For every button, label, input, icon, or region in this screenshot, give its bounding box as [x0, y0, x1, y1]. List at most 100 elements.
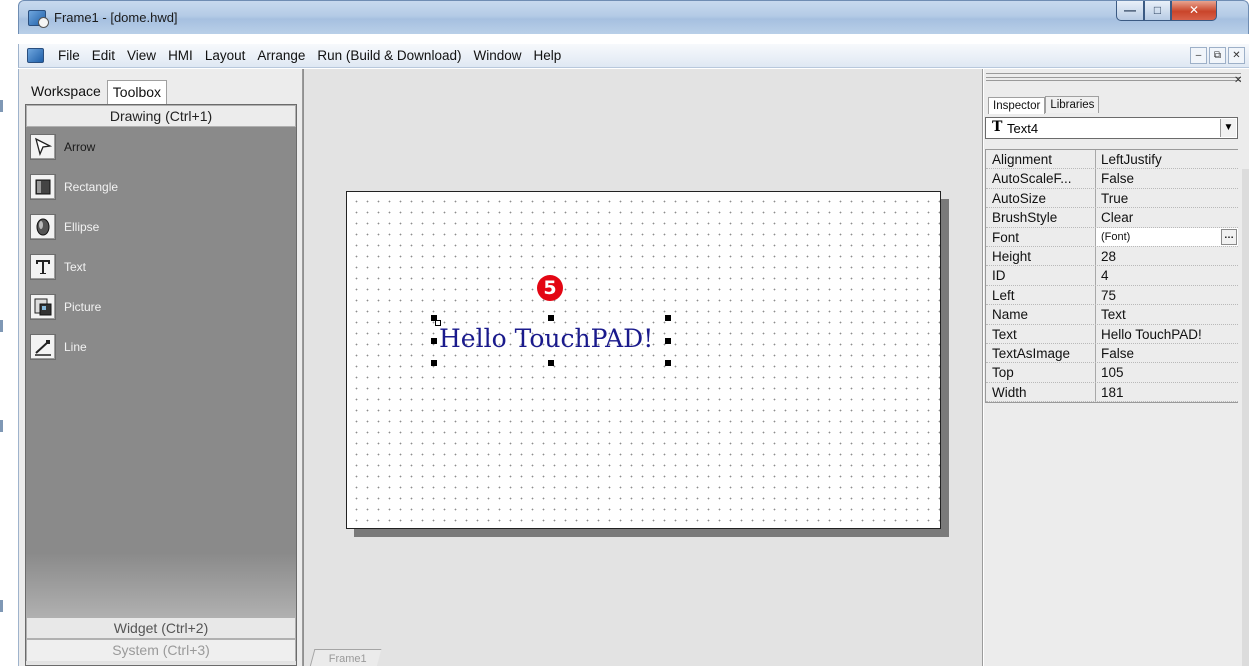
- tool-line[interactable]: Line: [30, 333, 230, 361]
- selection-handle-right[interactable]: [665, 338, 671, 344]
- menu-arrange[interactable]: Arrange: [251, 48, 311, 63]
- menu-view[interactable]: View: [121, 48, 162, 63]
- selection-handle-top-left[interactable]: [431, 315, 437, 321]
- edge-mark: [0, 320, 3, 332]
- rectangle-icon: [30, 174, 56, 200]
- close-icon: ✕: [1188, 3, 1200, 17]
- property-row-id[interactable]: ID 4: [986, 266, 1238, 286]
- property-value[interactable]: Text: [1096, 305, 1238, 323]
- property-value[interactable]: False: [1096, 169, 1238, 187]
- ellipse-icon: [30, 214, 56, 240]
- menu-layout[interactable]: Layout: [199, 48, 252, 63]
- selection-handle-bottom[interactable]: [548, 360, 554, 366]
- ellipsis-button[interactable]: …: [1221, 228, 1237, 245]
- property-name: Width: [986, 382, 1096, 402]
- left-panel-tabs: Workspace Toolbox: [25, 73, 168, 104]
- frame-canvas[interactable]: Hello TouchPAD!: [346, 191, 941, 529]
- canvas-text-object[interactable]: Hello TouchPAD!: [439, 324, 653, 354]
- close-button[interactable]: ✕: [1171, 1, 1217, 21]
- property-name: Alignment: [986, 150, 1096, 169]
- mdi-close-button[interactable]: ✕: [1228, 47, 1245, 64]
- menu-hmi[interactable]: HMI: [162, 48, 199, 63]
- tool-rectangle[interactable]: Rectangle: [30, 173, 230, 201]
- tool-text[interactable]: Text: [30, 253, 230, 281]
- property-value[interactable]: Hello TouchPAD!: [1096, 325, 1238, 343]
- selection-handle-bottom-right[interactable]: [665, 360, 671, 366]
- property-value[interactable]: 105: [1096, 363, 1238, 381]
- line-icon: [30, 334, 56, 360]
- property-value[interactable]: Clear: [1096, 208, 1238, 226]
- text-icon: [30, 254, 56, 280]
- property-row-top[interactable]: Top 105: [986, 363, 1238, 383]
- mdi-minimize-button[interactable]: –: [1190, 47, 1207, 64]
- background-window-edge: [0, 0, 18, 666]
- property-row-font[interactable]: Font (Font) …: [986, 227, 1238, 247]
- property-row-text[interactable]: Text Hello TouchPAD!: [986, 324, 1238, 344]
- chevron-down-icon[interactable]: ▼: [1220, 119, 1236, 137]
- property-value[interactable]: 181: [1096, 383, 1238, 401]
- property-name: AutoScaleF...: [986, 169, 1096, 188]
- toolbox: Drawing (Ctrl+1) Arrow Rectangle Ellipse…: [25, 104, 297, 666]
- tool-ellipse[interactable]: Ellipse: [30, 213, 230, 241]
- property-row-autosize[interactable]: AutoSize True: [986, 188, 1238, 209]
- property-row-textasimage[interactable]: TextAsImage False: [986, 343, 1238, 364]
- category-drawing[interactable]: Drawing (Ctrl+1): [26, 105, 296, 127]
- property-row-width[interactable]: Width 181: [986, 382, 1238, 403]
- property-value[interactable]: 4: [1096, 266, 1238, 284]
- step-callout-badge: 5: [537, 275, 563, 301]
- property-value[interactable]: True: [1096, 189, 1238, 207]
- selection-handle-left[interactable]: [431, 338, 437, 344]
- property-value[interactable]: 28: [1096, 247, 1238, 265]
- tab-toolbox[interactable]: Toolbox: [106, 80, 168, 104]
- mdi-buttons: – ⧉ ✕: [1190, 47, 1245, 64]
- selection-handle-top[interactable]: [548, 315, 554, 321]
- menu-file[interactable]: File: [52, 48, 86, 63]
- maximize-button[interactable]: □: [1144, 1, 1171, 21]
- tab-libraries[interactable]: Libraries: [1045, 96, 1100, 113]
- panel-close-icon[interactable]: ✕: [1234, 75, 1242, 86]
- property-value-font[interactable]: (Font) …: [1096, 227, 1238, 246]
- property-value[interactable]: LeftJustify: [1096, 150, 1238, 168]
- tool-label: Line: [64, 340, 87, 354]
- tab-workspace[interactable]: Workspace: [25, 79, 107, 103]
- object-selector[interactable]: T Text4 ▼: [985, 117, 1238, 139]
- property-name: AutoSize: [986, 188, 1096, 208]
- maximize-icon: □: [1153, 3, 1162, 17]
- property-row-name[interactable]: Name Text: [986, 305, 1238, 325]
- picture-icon: [30, 294, 56, 320]
- tool-picture[interactable]: Picture: [30, 293, 230, 321]
- property-row-brushstyle[interactable]: BrushStyle Clear: [986, 208, 1238, 228]
- property-value[interactable]: 75: [1096, 286, 1238, 304]
- selection-handle-top-right[interactable]: [665, 315, 671, 321]
- menu-edit[interactable]: Edit: [86, 48, 121, 63]
- tool-arrow[interactable]: Arrow: [30, 133, 230, 161]
- menu-window[interactable]: Window: [467, 48, 527, 63]
- inspector-tabs: Inspector Libraries: [988, 91, 1100, 114]
- tab-frame1[interactable]: Frame1: [309, 649, 382, 666]
- property-row-alignment[interactable]: Alignment LeftJustify: [986, 150, 1238, 170]
- tab-inspector[interactable]: Inspector: [988, 97, 1046, 114]
- inspector-scrollbar[interactable]: [1242, 169, 1249, 666]
- menu-run[interactable]: Run (Build & Download): [311, 48, 467, 63]
- property-name: Name: [986, 305, 1096, 324]
- mdi-restore-button[interactable]: ⧉: [1209, 47, 1226, 64]
- selection-handle-bottom-left[interactable]: [431, 360, 437, 366]
- panel-grip[interactable]: [986, 73, 1241, 81]
- edge-mark: [0, 100, 3, 112]
- inspector-panel: ✕ Inspector Libraries T Text4 ▼ Alignmen…: [984, 69, 1249, 666]
- app-icon[interactable]: [28, 10, 49, 28]
- minimize-button[interactable]: —: [1116, 1, 1144, 21]
- property-row-height[interactable]: Height 28: [986, 246, 1238, 267]
- menu-help[interactable]: Help: [527, 48, 567, 63]
- document-icon[interactable]: [27, 48, 44, 63]
- property-name: Top: [986, 363, 1096, 382]
- property-row-left[interactable]: Left 75: [986, 285, 1238, 306]
- property-name: Font: [986, 227, 1096, 246]
- category-widget[interactable]: Widget (Ctrl+2): [26, 617, 296, 639]
- title-bar: Frame1 - [dome.hwd] — □ ✕: [18, 0, 1249, 34]
- property-value: (Font): [1101, 230, 1131, 243]
- text-object-icon: T: [992, 119, 1003, 135]
- property-row-autoscale[interactable]: AutoScaleF... False: [986, 169, 1238, 189]
- property-value[interactable]: False: [1096, 344, 1238, 362]
- category-system[interactable]: System (Ctrl+3): [26, 639, 296, 661]
